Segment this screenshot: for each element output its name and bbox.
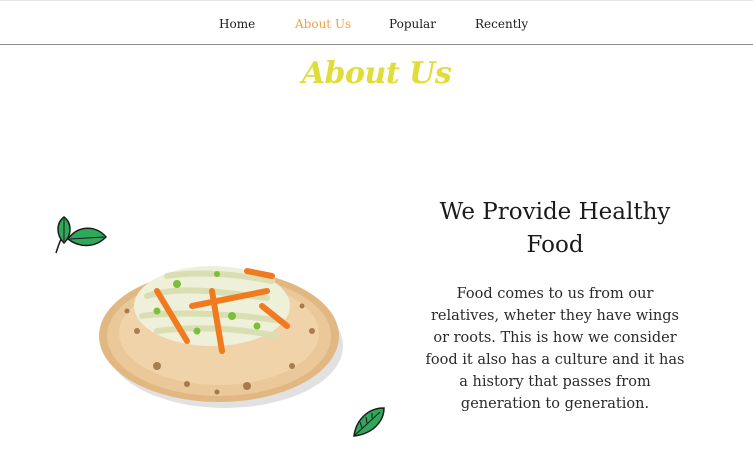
top-navigation: Home About Us Popular Recently (0, 0, 753, 45)
nav-recently-link[interactable]: Recently (475, 17, 528, 31)
leaf-icon (353, 407, 385, 437)
nav-home-link[interactable]: Home (219, 17, 255, 31)
about-section-title: About Us (301, 56, 452, 91)
about-description: Food comes to us from our relatives, whe… (425, 286, 685, 412)
nav-about-link[interactable]: About Us (295, 17, 351, 31)
about-heading: We Provide Healthy Food (439, 199, 671, 258)
nav-popular-link[interactable]: Popular (389, 17, 436, 31)
flatbread-salad-image (99, 266, 343, 408)
